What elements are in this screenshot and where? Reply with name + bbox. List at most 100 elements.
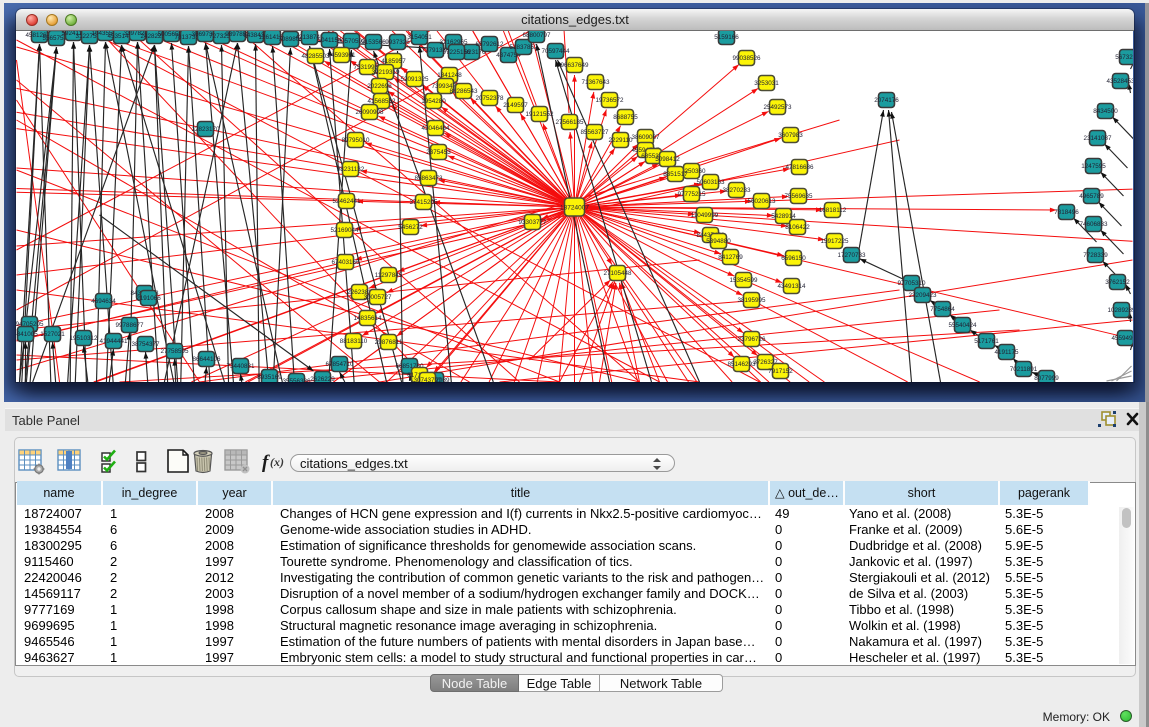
svg-text:73440831: 73440831 [226, 363, 255, 370]
svg-text:30743797: 30743797 [413, 377, 442, 382]
svg-text:4191175: 4191175 [994, 349, 1019, 356]
svg-text:75569635: 75569635 [784, 193, 813, 200]
svg-text:4965789: 4965789 [1079, 193, 1104, 200]
svg-text:27105448: 27105448 [603, 270, 632, 277]
svg-text:85146293: 85146293 [727, 361, 756, 368]
svg-text:9153566: 9153566 [361, 39, 386, 46]
svg-text:11297845: 11297845 [375, 272, 403, 279]
svg-text:52462441: 52462441 [332, 198, 361, 205]
svg-text:66792612: 66792612 [475, 41, 504, 48]
svg-text:15917225: 15917225 [820, 238, 849, 245]
svg-text:93303777: 93303777 [518, 219, 547, 226]
svg-text:85863473: 85863473 [414, 175, 443, 182]
svg-text:7818496: 7818496 [1054, 209, 1079, 216]
svg-text:8688755: 8688755 [613, 114, 638, 121]
svg-text:51837852: 51837852 [509, 44, 538, 51]
svg-text:2375453: 2375453 [426, 149, 451, 156]
svg-text:4694634: 4694634 [91, 298, 116, 305]
svg-text:86644106: 86644106 [192, 356, 221, 363]
svg-text:98231132: 98231132 [337, 166, 365, 173]
svg-text:14835614: 14835614 [353, 315, 382, 322]
svg-text:19121552: 19121552 [525, 111, 554, 118]
svg-text:8077999: 8077999 [1034, 375, 1059, 382]
svg-text:2626229: 2626229 [310, 376, 335, 382]
svg-text:3253031: 3253031 [754, 80, 779, 87]
svg-text:2191066: 2191066 [136, 295, 161, 302]
svg-text:85563727: 85563727 [580, 129, 609, 136]
svg-text:4841005: 4841005 [16, 331, 38, 338]
svg-text:5159166: 5159166 [714, 34, 739, 41]
svg-text:67403166: 67403166 [331, 259, 360, 266]
svg-text:5171761: 5171761 [974, 338, 999, 345]
svg-text:30005727: 30005727 [363, 294, 392, 301]
svg-text:1954280: 1954280 [421, 98, 446, 105]
svg-text:68800797: 68800797 [522, 32, 551, 39]
svg-text:35556386: 35556386 [282, 378, 311, 382]
svg-text:17270733: 17270733 [837, 252, 866, 259]
svg-text:20752378: 20752378 [475, 95, 504, 102]
svg-text:23209423: 23209423 [908, 292, 937, 299]
svg-text:6596150: 6596150 [781, 255, 806, 262]
svg-text:71367643: 71367643 [581, 79, 610, 86]
svg-text:2149597: 2149597 [503, 102, 528, 109]
svg-text:23796726: 23796726 [737, 336, 766, 343]
svg-text:38270233: 38270233 [722, 187, 751, 194]
svg-text:97225156: 97225156 [442, 49, 471, 56]
svg-text:97705310: 97705310 [897, 280, 926, 287]
svg-text:5673212: 5673212 [1115, 54, 1133, 61]
svg-text:23141087: 23141087 [1083, 135, 1112, 142]
svg-text:43046464: 43046464 [421, 125, 450, 132]
svg-text:8935169: 8935169 [257, 374, 282, 381]
svg-text:37415205: 37415205 [409, 199, 438, 206]
svg-text:56020613: 56020613 [747, 198, 776, 205]
svg-text:8434500: 8434500 [1093, 108, 1118, 115]
svg-text:19510312: 19510312 [69, 335, 98, 342]
svg-text:2074176: 2074176 [874, 97, 899, 104]
svg-text:2229110: 2229110 [608, 137, 633, 144]
svg-text:1247595: 1247595 [1081, 163, 1106, 170]
svg-text:16818112: 16818112 [819, 207, 847, 214]
svg-text:7728339: 7728339 [1083, 252, 1108, 259]
svg-text:19736572: 19736572 [595, 97, 624, 104]
svg-text:12823170: 12823170 [191, 126, 220, 133]
svg-text:26090908: 26090908 [355, 109, 384, 116]
svg-text:39219319: 39219319 [371, 69, 400, 76]
svg-text:55540424: 55540424 [948, 322, 977, 329]
svg-text:(x): (x) [270, 455, 284, 469]
svg-text:f: f [262, 452, 270, 473]
svg-text:48285503: 48285503 [301, 53, 330, 60]
svg-text:47816686: 47816686 [785, 164, 814, 171]
svg-text:5456272: 5456272 [398, 224, 423, 231]
svg-text:41944441: 41944441 [99, 338, 128, 345]
svg-text:67854710: 67854710 [325, 361, 354, 368]
svg-text:70597444: 70597444 [541, 48, 570, 55]
svg-text:7754864: 7754864 [930, 306, 955, 313]
svg-text:5098412: 5098412 [655, 156, 680, 163]
svg-text:3607983: 3607983 [778, 132, 803, 139]
svg-text:99038526: 99038526 [732, 55, 761, 62]
svg-text:10289289: 10289289 [1107, 307, 1133, 314]
svg-text:38609087: 38609087 [631, 134, 660, 141]
svg-text:29876811: 29876811 [375, 339, 403, 346]
svg-text:81286543: 81286543 [449, 88, 478, 95]
svg-text:3762152: 3762152 [1105, 279, 1130, 286]
svg-text:43528453: 43528453 [1106, 78, 1133, 85]
svg-text:50603163: 50603163 [696, 179, 725, 186]
svg-text:84593961: 84593961 [327, 52, 356, 59]
svg-text:18724007: 18724007 [560, 205, 589, 212]
svg-text:27758595: 27758595 [160, 348, 189, 355]
svg-text:15354599: 15354599 [729, 277, 758, 284]
svg-text:5394880: 5394880 [706, 238, 731, 245]
svg-text:96637649: 96637649 [560, 62, 589, 69]
svg-text:89795010: 89795010 [341, 137, 370, 144]
svg-text:27566185: 27566185 [555, 119, 584, 126]
svg-text:99788677: 99788677 [115, 322, 144, 329]
svg-text:8351517: 8351517 [663, 171, 688, 178]
svg-text:43491314: 43491314 [777, 283, 806, 290]
svg-text:11049999: 11049999 [691, 212, 719, 219]
svg-text:1527021: 1527021 [40, 331, 65, 338]
svg-text:38195995: 38195995 [737, 297, 766, 304]
svg-text:45594951: 45594951 [1111, 335, 1133, 342]
svg-text:7917152: 7917152 [768, 368, 793, 375]
svg-text:88183110: 88183110 [340, 338, 368, 345]
